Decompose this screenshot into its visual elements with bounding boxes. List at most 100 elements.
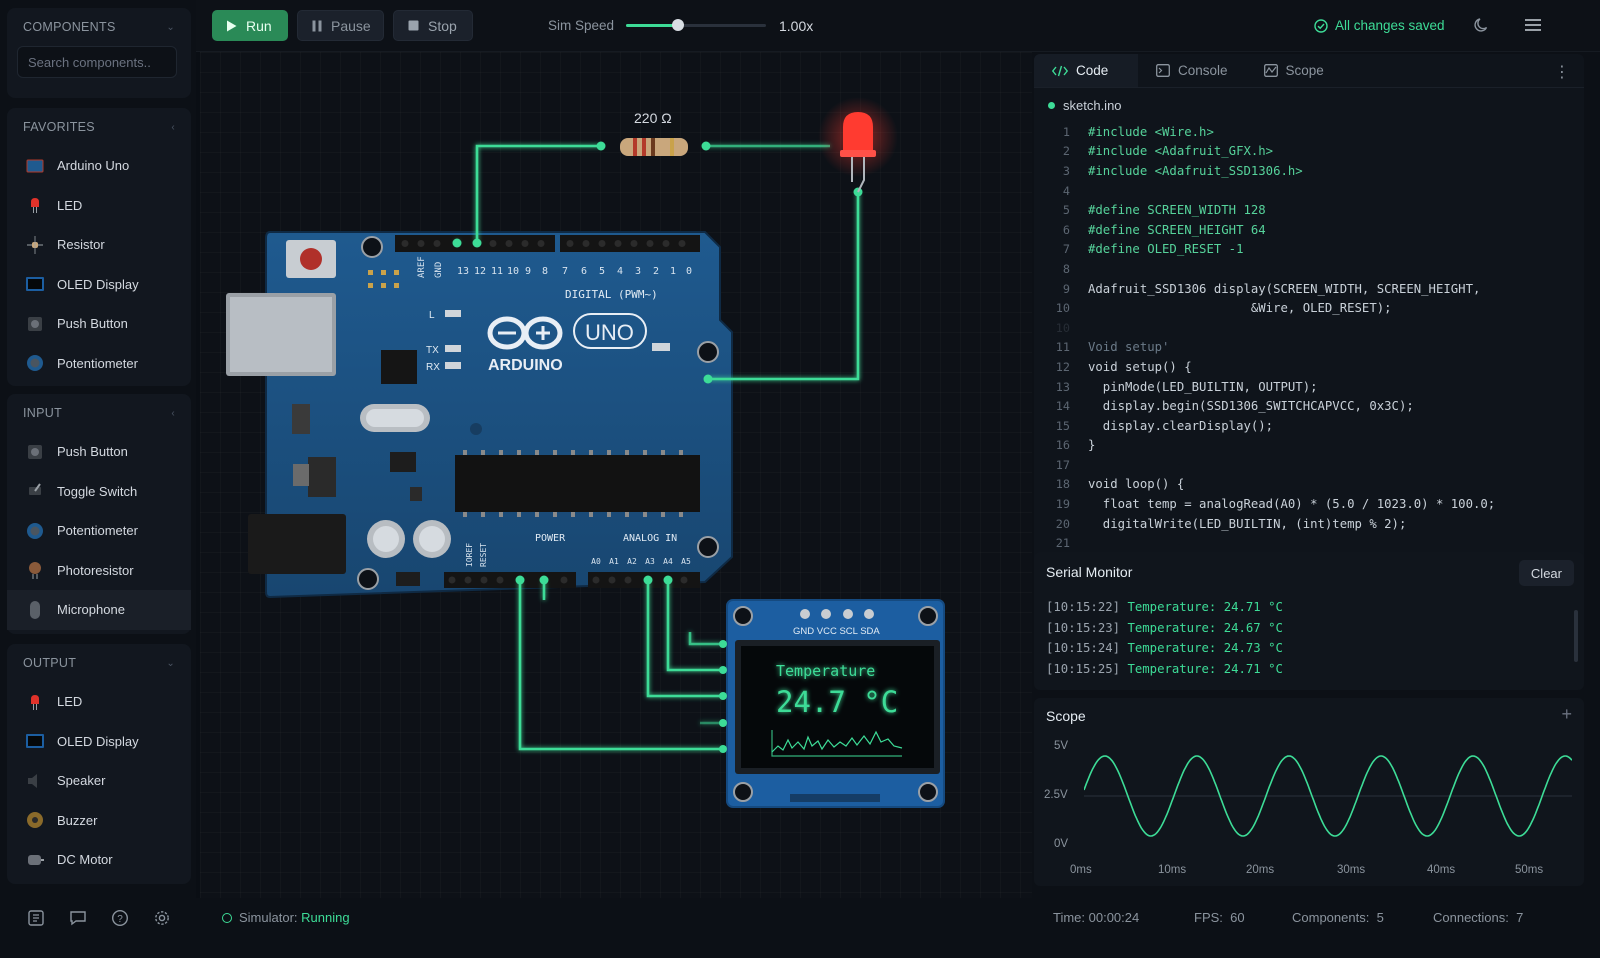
collapse-icon[interactable]: ‹ [171, 408, 175, 419]
code-line[interactable]: 18 void loop() { [1034, 475, 1584, 495]
chat-icon[interactable] [67, 907, 89, 929]
code-line[interactable]: 13 pinMode(LED_BUILTIN, OUTPUT); [1034, 377, 1584, 397]
search-components-input[interactable] [17, 46, 177, 78]
hamburger-menu-icon[interactable] [1524, 16, 1542, 39]
sidebar-item-oled-display[interactable]: OLED Display [7, 722, 191, 762]
code-line[interactable]: 14 display.begin(SSD1306_SWITCHCAPVCC, 0… [1034, 396, 1584, 416]
sidebar-item-speaker[interactable]: Speaker [7, 761, 191, 801]
sidebar-item-push-button[interactable]: Push Button [7, 432, 191, 472]
sidebar-item-microphone[interactable]: Microphone [7, 590, 191, 630]
code-line[interactable]: 3 #include <Adafruit_SSD1306.h> [1034, 161, 1584, 181]
help-icon[interactable]: ? [109, 907, 131, 929]
sidebar-item-arduino-uno[interactable]: Arduino Uno [7, 146, 191, 186]
code-line[interactable]: 15 display.clearDisplay(); [1034, 416, 1584, 436]
code-line[interactable]: 17 [1034, 455, 1584, 475]
sidebar-item-oled-display[interactable]: OLED Display [7, 265, 191, 305]
analog-pin-label: A4 [663, 557, 673, 566]
wire-a5-scl [666, 580, 723, 672]
serial-scrollbar[interactable] [1574, 610, 1578, 662]
oled-display-icon [25, 274, 45, 294]
code-text: void loop() { [1088, 477, 1185, 492]
sidebar-item-dc-motor[interactable]: DC Motor [7, 840, 191, 880]
sidebar-item-toggle-switch[interactable]: Toggle Switch [7, 472, 191, 512]
sidebar-item-led[interactable]: LED [7, 186, 191, 226]
code-text: Void setup' [1088, 340, 1170, 355]
serial-message: Temperature: 24.71 °C [1127, 661, 1283, 676]
collapse-icon[interactable]: ⌄ [166, 658, 175, 669]
code-line[interactable]: 7 #define OLED_RESET -1 [1034, 240, 1584, 260]
settings-gear-icon[interactable] [151, 907, 173, 929]
code-line[interactable]: 9 Adafruit_SSD1306 display(SCREEN_WIDTH, … [1034, 279, 1584, 299]
pause-button[interactable]: Pause [297, 10, 384, 41]
code-line[interactable]: 4 [1034, 181, 1584, 201]
digital-pin-label: 9 [525, 266, 531, 277]
push-button-icon [25, 314, 45, 334]
code-text: display.clearDisplay(); [1088, 418, 1274, 433]
sidebar-item-buzzer[interactable]: Buzzer [7, 801, 191, 841]
led-icon [25, 692, 45, 712]
collapse-icon[interactable]: ‹ [171, 122, 175, 133]
tab-console[interactable]: Console [1138, 54, 1246, 87]
arduino-brand: ARDUINO [488, 357, 563, 374]
sidebar-item-potentiometer[interactable]: Potentiometer [7, 511, 191, 551]
code-line[interactable]: 2 #include <Adafruit_GFX.h> [1034, 142, 1584, 162]
code-line[interactable]: 12 void setup() { [1034, 357, 1584, 377]
code-line[interactable]: 16} [1034, 436, 1584, 456]
sidebar-item-potentiometer[interactable]: Potentiometer [7, 344, 191, 384]
code-text: float temp = analogRead(A0) * (5.0 / 102… [1088, 497, 1496, 512]
sidebar-item-resistor[interactable]: Resistor [7, 225, 191, 265]
code-line[interactable]: 19 float temp = analogRead(A0) * (5.0 / … [1034, 494, 1584, 514]
code-line[interactable]: 1 #include <Wire.h> [1034, 122, 1584, 142]
circuit-svg: AREF GND 13 12 11 10 9 8 7 6 5 4 3 2 1 0 DIGITAL (PW… [226, 97, 945, 808]
more-options-icon[interactable]: ⋮ [1554, 62, 1570, 82]
sim-speed-slider[interactable] [626, 19, 766, 31]
code-area[interactable]: 1 #include <Wire.h> 2 #include <Adafruit_GF… [1034, 122, 1584, 553]
tab-code[interactable]: Code [1034, 54, 1138, 87]
code-line[interactable]: 8 [1034, 259, 1584, 279]
code-text: Adafruit_SSD1306 display(SCREEN_WIDTH, S… [1088, 281, 1481, 296]
saved-label: All changes saved [1335, 18, 1445, 33]
serial-output: [10:15:22] Temperature: 24.71 °C [10:15:2… [1046, 600, 1283, 682]
rx-label: RX [426, 362, 440, 373]
add-icon[interactable]: + [1561, 704, 1572, 725]
components-label: Components: [1292, 910, 1370, 925]
code-line[interactable]: 6 #define SCREEN_HEIGHT 64 [1034, 220, 1584, 240]
sidebar-item-photoresistor[interactable]: Photoresistor [7, 551, 191, 591]
code-line[interactable]: 21 [1034, 533, 1584, 553]
code-line[interactable]: 10 [1034, 318, 1584, 338]
digital-pin-label: 5 [599, 266, 605, 277]
code-text: #include <Wire.h> [1088, 124, 1214, 139]
sidebar-item-label: Potentiometer [57, 523, 138, 539]
line-number: 20 [1055, 516, 1070, 531]
usb-chip [381, 350, 417, 384]
code-line[interactable]: 10 &Wire, OLED_RESET); [1034, 298, 1584, 318]
resistor-220-ohm[interactable]: 220 Ω [620, 110, 688, 156]
code-line[interactable]: 20 digitalWrite(LED_BUILTIN, (int)temp %… [1034, 514, 1584, 534]
favorites-list: Arduino Uno LED Resistor OLED Display Push B… [7, 146, 191, 383]
moon-icon[interactable] [1473, 16, 1491, 39]
circuit-canvas[interactable]: AREF GND 13 12 11 10 9 8 7 6 5 4 3 2 1 0 DIGITAL (PW… [200, 52, 1032, 898]
arduino-uno-board[interactable]: AREF GND 13 12 11 10 9 8 7 6 5 4 3 2 1 0 DIGITAL (PW… [226, 231, 733, 599]
slider-knob[interactable] [671, 19, 684, 31]
library-icon[interactable] [25, 907, 47, 929]
sidebar-item-led[interactable]: LED [7, 682, 191, 722]
code-line[interactable]: 11 Void setup' [1034, 338, 1584, 358]
code-line[interactable]: 5 #define SCREEN_WIDTH 128 [1034, 200, 1584, 220]
chevron-icon[interactable]: ⌄ [166, 22, 175, 33]
sidebar-item-push-button[interactable]: Push Button [7, 304, 191, 344]
run-button[interactable]: Run [212, 10, 288, 41]
input-list: Push Button Toggle Switch Potentiometer Pho… [7, 432, 191, 630]
line-number: 4 [1062, 183, 1070, 198]
line-number: 7 [1062, 242, 1070, 257]
clear-button[interactable]: Clear [1518, 560, 1574, 586]
stop-button[interactable]: Stop [393, 10, 473, 41]
scope-title: Scope [1046, 708, 1086, 724]
scope-plot[interactable] [1084, 738, 1572, 854]
oled-display-module[interactable]: GND VCC SCL SDA Temperature 24.7 °C [726, 599, 945, 808]
code-text: #include <Adafruit_GFX.h> [1088, 144, 1274, 159]
red-led[interactable] [818, 97, 898, 193]
file-name[interactable]: sketch.ino [1034, 88, 1584, 122]
scope-x-label: 10ms [1158, 864, 1187, 876]
voltage-regulator [308, 457, 336, 497]
tab-scope[interactable]: Scope [1246, 54, 1342, 87]
